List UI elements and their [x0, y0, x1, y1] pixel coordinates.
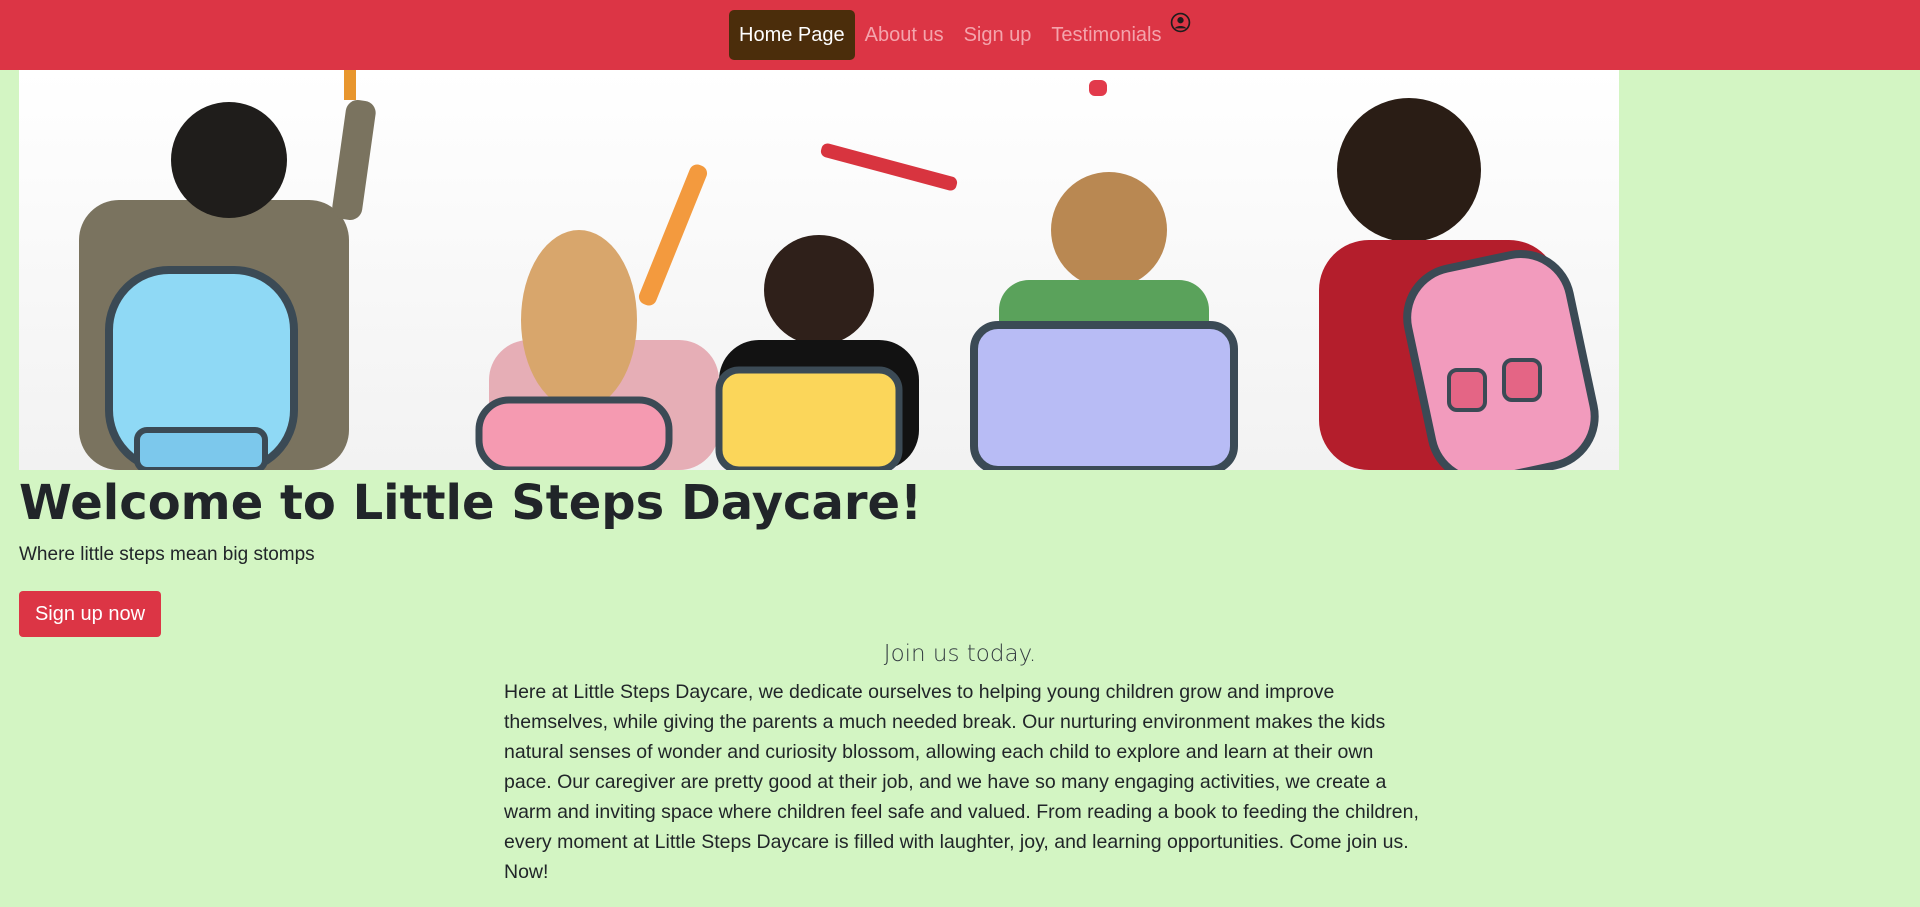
- child-figure: [475, 164, 719, 470]
- hero-illustration: [79, 70, 1599, 470]
- tagline: Where little steps mean big stomps: [19, 544, 315, 565]
- sign-up-now-button[interactable]: Sign up now: [19, 591, 161, 637]
- nav-menu: Home Page About us Sign up Testimonials: [729, 10, 1171, 60]
- navbar: Home Page About us Sign up Testimonials: [0, 0, 1920, 70]
- child-figure: [1319, 98, 1599, 470]
- child-figure: [79, 70, 376, 470]
- child-figure: [715, 143, 958, 470]
- intro-paragraph: Here at Little Steps Daycare, we dedicat…: [504, 681, 1419, 883]
- nav-home-page[interactable]: Home Page: [729, 10, 855, 60]
- nav-about-us[interactable]: About us: [855, 10, 954, 60]
- user-circle-icon[interactable]: [1170, 12, 1191, 33]
- page-title: Welcome to Little Steps Daycare!: [19, 475, 922, 531]
- child-figure: [970, 80, 1238, 470]
- nav-testimonials[interactable]: Testimonials: [1041, 10, 1171, 60]
- section-heading: Join us today.: [883, 641, 1037, 667]
- nav-sign-up[interactable]: Sign up: [954, 10, 1042, 60]
- hero-image: [19, 70, 1619, 470]
